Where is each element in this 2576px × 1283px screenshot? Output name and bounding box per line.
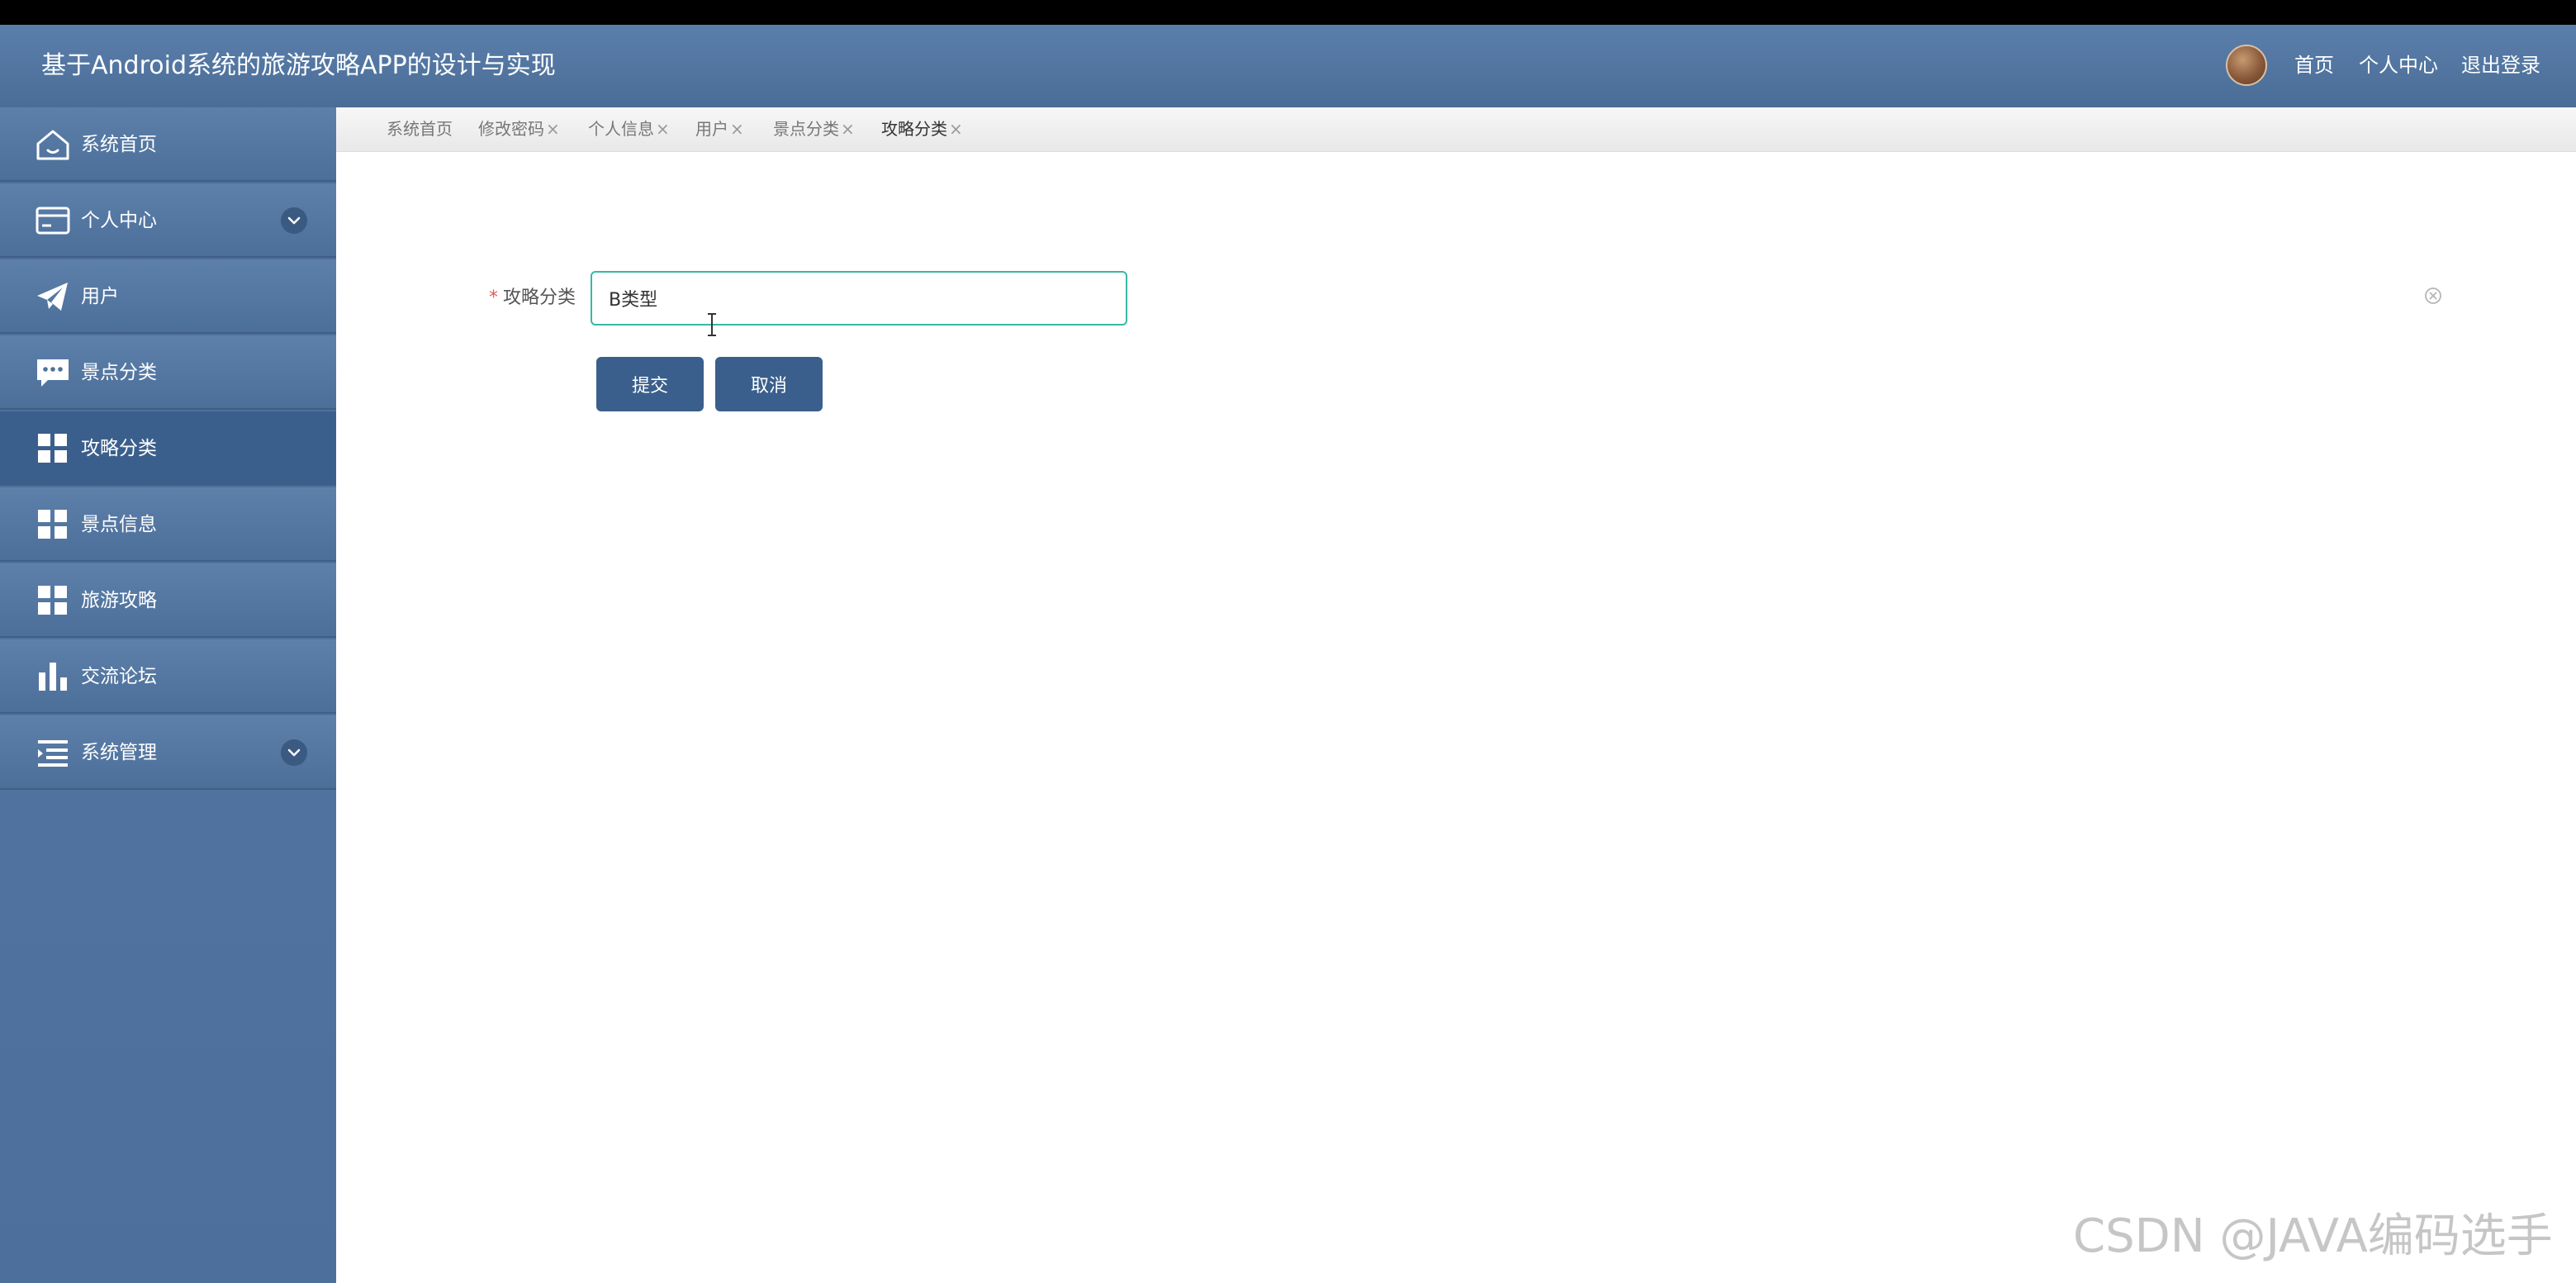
- sidebar-item-label: 旅游攻略: [81, 590, 157, 611]
- bar-chart-icon: [39, 663, 67, 691]
- sidebar-item-scenic-info[interactable]: 景点信息: [0, 487, 336, 562]
- cancel-button[interactable]: 取消: [715, 357, 823, 411]
- form-field-label: * 攻略分类: [489, 284, 576, 312]
- tab-label: 系统首页: [387, 119, 453, 139]
- header-nav-home[interactable]: 首页: [2294, 51, 2334, 79]
- chevron-down-icon[interactable]: [281, 207, 307, 234]
- close-icon[interactable]: ×: [730, 119, 744, 139]
- sidebar-item-home[interactable]: 系统首页: [0, 107, 336, 182]
- tab-guide-category[interactable]: 攻略分类 ×: [881, 116, 963, 142]
- header: 基于Android系统的旅游攻略APP的设计与实现 首页 个人中心 退出登录: [0, 25, 2576, 107]
- header-nav-profile[interactable]: 个人中心: [2359, 51, 2438, 79]
- tab-users[interactable]: 用户 ×: [695, 116, 744, 142]
- close-icon[interactable]: ×: [546, 119, 560, 139]
- card-icon: [36, 207, 70, 235]
- sidebar-item-label: 交流论坛: [81, 666, 157, 687]
- field-label-text: 攻略分类: [503, 287, 576, 308]
- sidebar-item-scenic-category[interactable]: 景点分类: [0, 335, 336, 410]
- header-nav-logout[interactable]: 退出登录: [2461, 51, 2540, 79]
- sidebar-item-personal-center[interactable]: 个人中心: [0, 183, 336, 258]
- close-icon[interactable]: ×: [841, 119, 855, 139]
- tab-label: 景点分类: [773, 119, 839, 139]
- avatar[interactable]: [2226, 45, 2267, 86]
- submit-button[interactable]: 提交: [596, 357, 704, 411]
- tab-personal-info[interactable]: 个人信息 ×: [588, 116, 670, 142]
- list-icon: [38, 740, 68, 767]
- sidebar-item-label: 系统管理: [81, 742, 157, 763]
- required-mark: *: [489, 287, 498, 308]
- sidebar-item-travel-guide[interactable]: 旅游攻略: [0, 563, 336, 638]
- tab-scenic-category[interactable]: 景点分类 ×: [773, 116, 855, 142]
- screen-top-bar: [0, 0, 2576, 25]
- chat-icon: [37, 359, 69, 387]
- sidebar-item-system-management[interactable]: 系统管理: [0, 715, 336, 790]
- sidebar-item-label: 用户: [81, 286, 119, 307]
- home-icon: [36, 130, 69, 160]
- sidebar-item-label: 景点信息: [81, 514, 157, 535]
- text-cursor-icon: [708, 313, 716, 336]
- watermark: CSDN @JAVA编码选手: [2073, 1209, 2553, 1263]
- tab-label: 攻略分类: [881, 119, 947, 139]
- tab-system-home[interactable]: 系统首页: [387, 116, 453, 142]
- tab-label: 个人信息: [588, 119, 654, 139]
- tab-bar: 系统首页 修改密码 × 个人信息 × 用户 × 景点分类 × 攻略分类 ×: [336, 107, 2576, 152]
- tab-change-password[interactable]: 修改密码 ×: [478, 116, 560, 142]
- chevron-down-icon[interactable]: [281, 739, 307, 766]
- circle-close-icon[interactable]: [2423, 286, 2443, 306]
- tab-label: 修改密码: [478, 119, 544, 139]
- sidebar-item-label: 个人中心: [81, 210, 157, 231]
- sidebar-item-users[interactable]: 用户: [0, 259, 336, 334]
- grid-icon: [38, 586, 67, 615]
- close-icon[interactable]: ×: [949, 119, 963, 139]
- sidebar-item-label: 系统首页: [81, 134, 157, 155]
- sidebar-item-forum[interactable]: 交流论坛: [0, 639, 336, 714]
- grid-icon: [38, 510, 67, 539]
- paper-plane-icon: [37, 283, 68, 311]
- close-icon[interactable]: ×: [656, 119, 670, 139]
- sidebar-item-label: 攻略分类: [81, 438, 157, 459]
- app-title: 基于Android系统的旅游攻略APP的设计与实现: [41, 51, 556, 80]
- sidebar-item-label: 景点分类: [81, 362, 157, 383]
- grid-icon: [38, 434, 67, 463]
- sidebar-item-guide-category[interactable]: 攻略分类: [0, 411, 336, 486]
- sidebar: 系统首页 个人中心 用户 景点分类 攻略分类 景点信息 旅游攻略 交流论坛 系统…: [0, 107, 336, 1283]
- tab-label: 用户: [695, 119, 728, 139]
- guide-category-input[interactable]: [591, 271, 1127, 326]
